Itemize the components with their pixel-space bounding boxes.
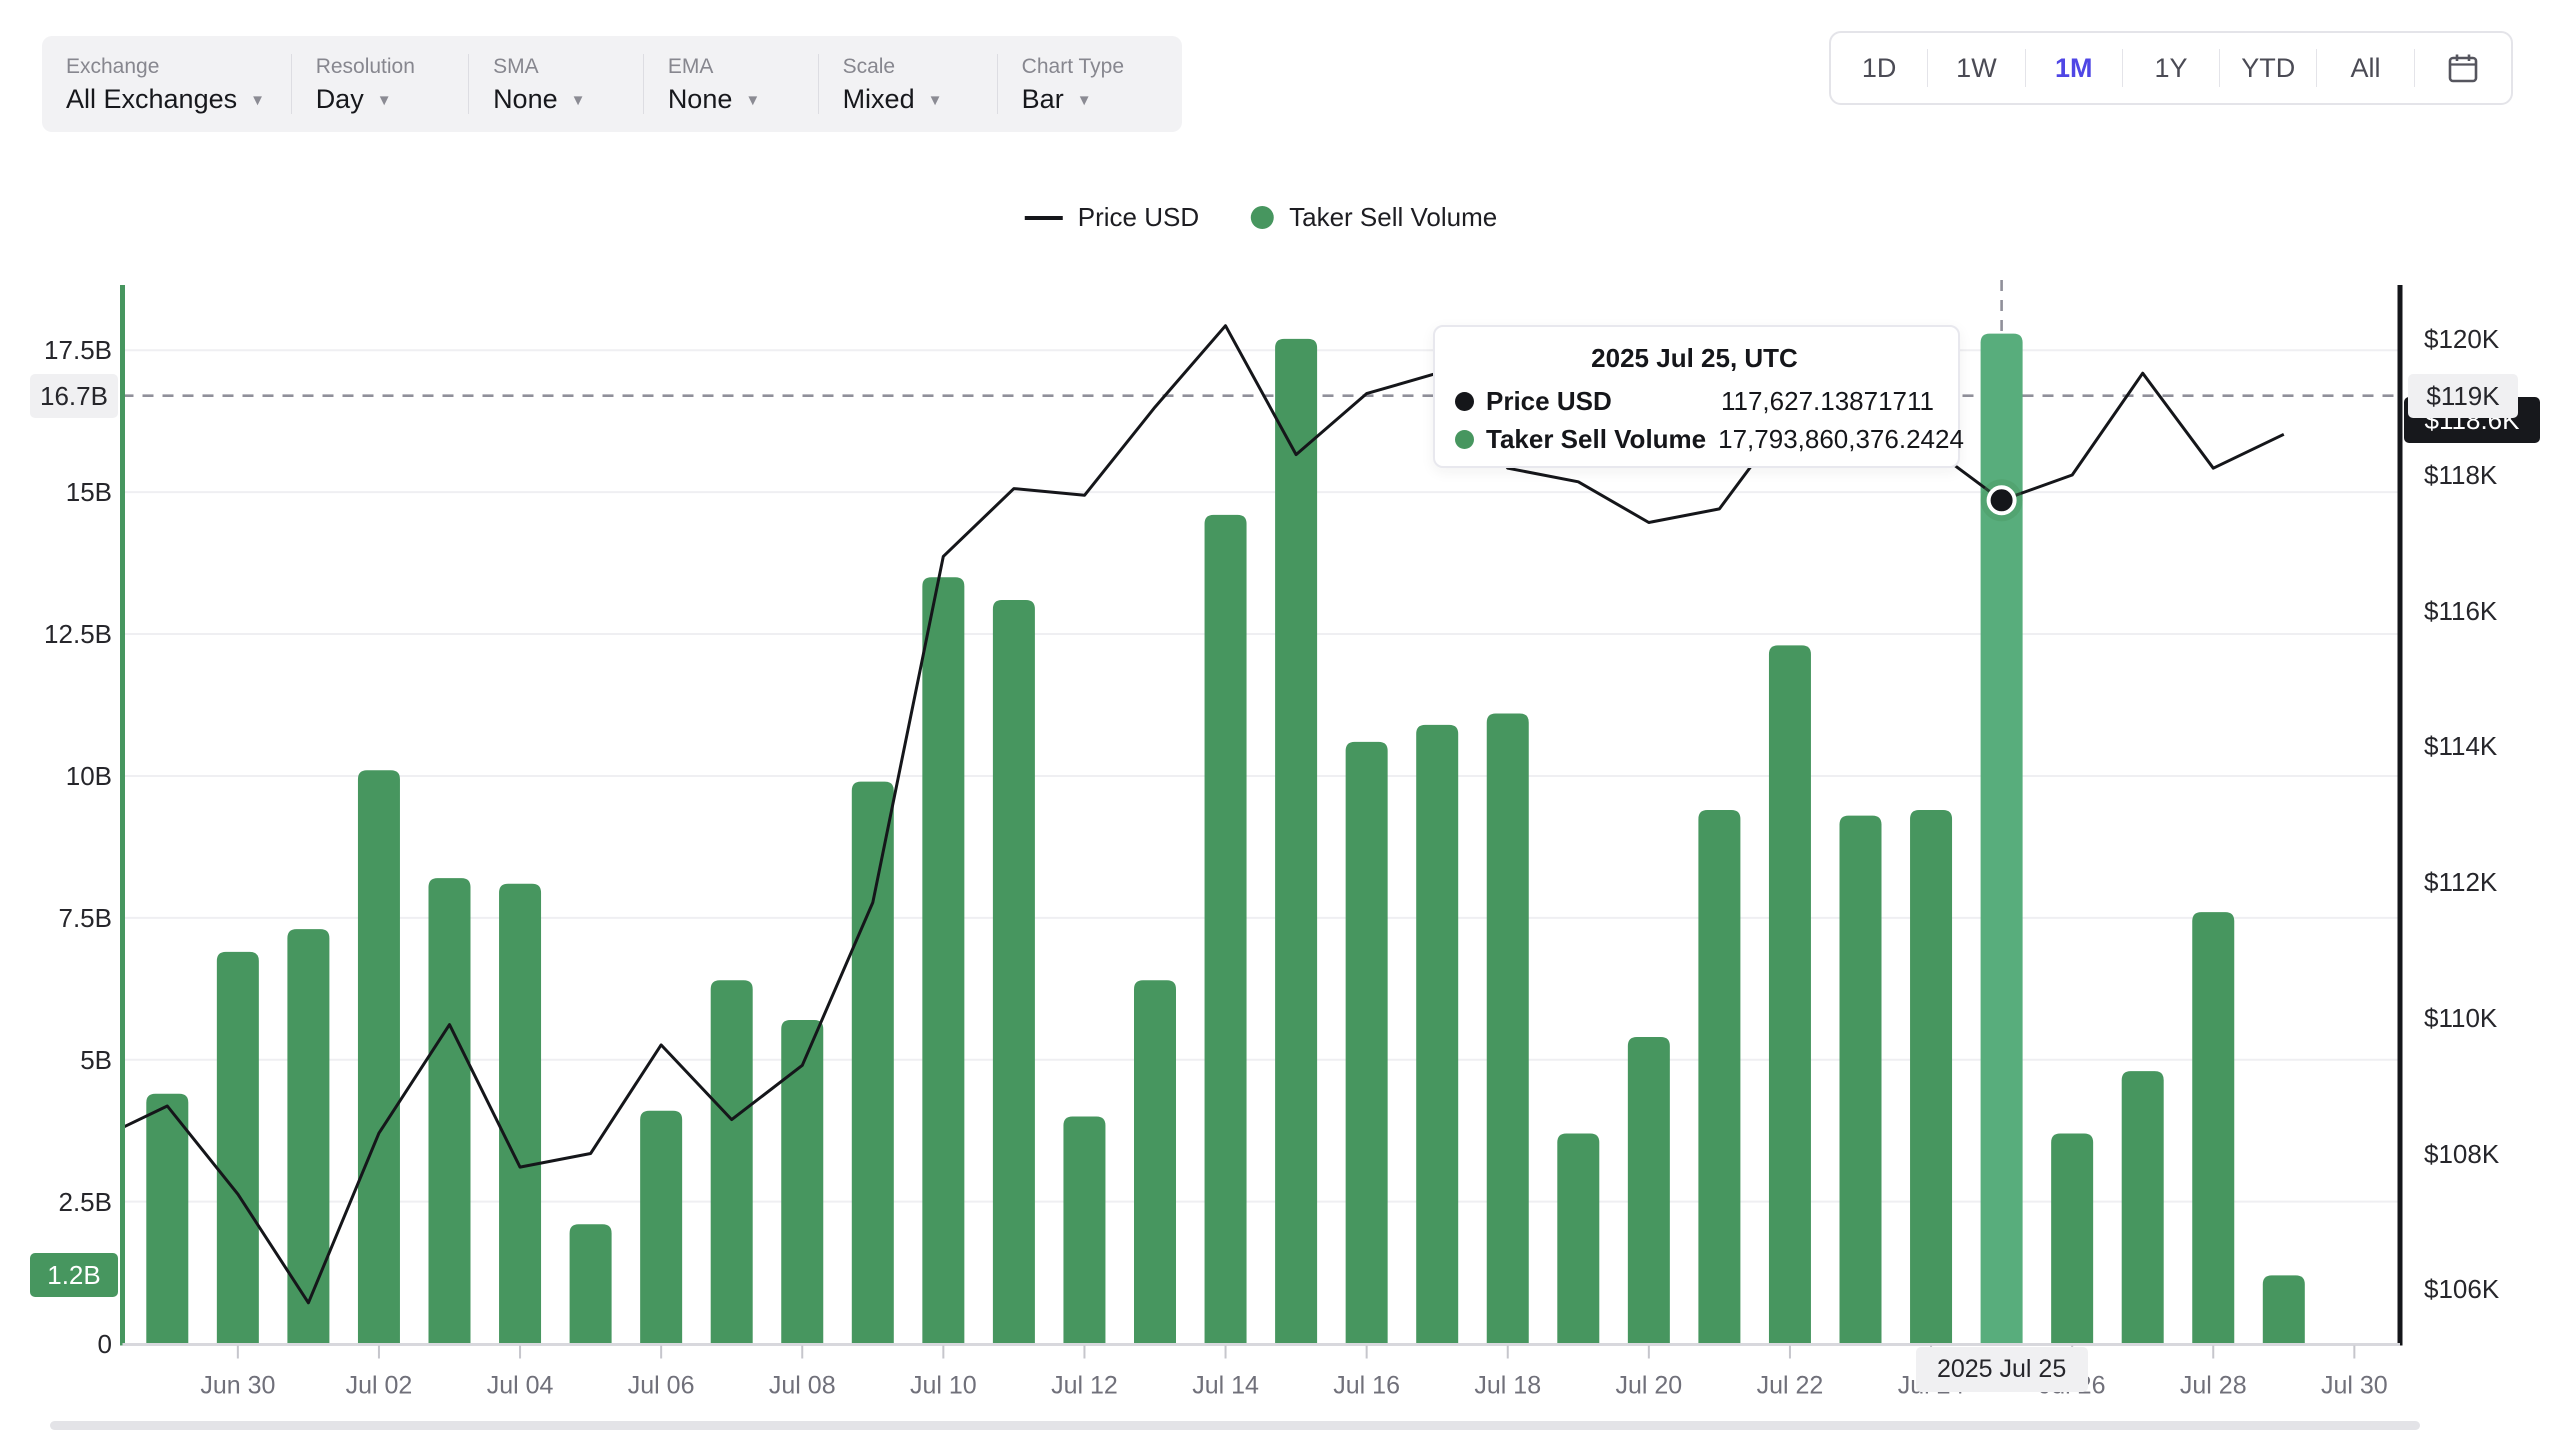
- chart-app: Exchange All Exchanges ▼Resolution Day ▼…: [0, 0, 2564, 1430]
- volume-bar[interactable]: [217, 952, 259, 1344]
- volume-bar[interactable]: [2192, 912, 2234, 1343]
- chart-tooltip: 2025 Jul 25, UTC Price USD 117,627.13871…: [1433, 325, 1960, 468]
- tooltip-price-label: Price USD: [1486, 386, 1612, 417]
- volume-bar[interactable]: [1628, 1037, 1670, 1343]
- volume-bar[interactable]: [570, 1224, 612, 1343]
- tooltip-row-volume: Taker Sell Volume 17,793,860,376.2424: [1455, 424, 1934, 455]
- volume-bar[interactable]: [1487, 714, 1529, 1344]
- crosshair-date-badge: 2025 Jul 25: [1916, 1347, 2088, 1392]
- volume-bar[interactable]: [1346, 742, 1388, 1344]
- volume-bar[interactable]: [2051, 1134, 2093, 1344]
- x-axis-tick-label: Jul 06: [628, 1374, 695, 1399]
- volume-bar[interactable]: [499, 884, 541, 1344]
- volume-bar[interactable]: [1063, 1116, 1105, 1343]
- volume-bar[interactable]: [2263, 1275, 2305, 1343]
- latest-volume-badge: 1.2B: [30, 1253, 118, 1297]
- left-axis-tick-label: 2.5B: [22, 1189, 112, 1215]
- price-dot-icon: [1455, 392, 1474, 411]
- tooltip-row-price: Price USD 117,627.13871711: [1455, 386, 1934, 417]
- left-axis-tick-label: 12.5B: [22, 621, 112, 647]
- x-axis-tick-label: Jul 28: [2180, 1374, 2247, 1399]
- x-axis-tick-label: Jul 10: [910, 1374, 977, 1399]
- x-axis-tick-label: Jun 30: [200, 1374, 275, 1399]
- volume-bar[interactable]: [711, 980, 753, 1343]
- crosshair-volume-badge: 16.7B: [30, 374, 118, 418]
- tooltip-volume-label: Taker Sell Volume: [1486, 424, 1706, 455]
- volume-bar[interactable]: [1416, 725, 1458, 1344]
- x-axis-tick-label: Jul 20: [1615, 1374, 1682, 1399]
- price-line: [97, 326, 2284, 1303]
- volume-bar[interactable]: [640, 1111, 682, 1344]
- volume-bar[interactable]: [1840, 816, 1882, 1344]
- left-axis-tick-label: 10B: [22, 763, 112, 789]
- volume-bar[interactable]: [1134, 980, 1176, 1343]
- left-axis-tick-label: 5B: [22, 1047, 112, 1073]
- x-axis-tick-label: Jul 14: [1192, 1374, 1259, 1399]
- price-marker-dot: [1989, 487, 2015, 513]
- left-axis-tick-label: 17.5B: [22, 337, 112, 363]
- volume-bar[interactable]: [2122, 1071, 2164, 1343]
- left-axis-tick-label: 7.5B: [22, 905, 112, 931]
- x-axis-tick-label: Jul 04: [487, 1374, 554, 1399]
- volume-bar[interactable]: [146, 1094, 188, 1344]
- left-axis-tick-label: 0: [22, 1331, 112, 1357]
- volume-bar[interactable]: [1698, 810, 1740, 1344]
- volume-bar[interactable]: [1910, 810, 1952, 1344]
- horizontal-scrollbar[interactable]: [50, 1421, 2420, 1430]
- volume-bar[interactable]: [358, 770, 400, 1343]
- volume-bar[interactable]: [429, 878, 471, 1343]
- volume-bar[interactable]: [1275, 339, 1317, 1344]
- tooltip-date-title: 2025 Jul 25, UTC: [1455, 343, 1934, 374]
- x-axis-tick-label: Jul 30: [2321, 1374, 2388, 1399]
- tooltip-price-value: 117,627.13871711: [1721, 386, 1934, 417]
- right-axis-tick-label: $120K: [2424, 326, 2499, 352]
- tooltip-volume-value: 17,793,860,376.2424: [1718, 424, 1964, 455]
- volume-bar[interactable]: [922, 577, 964, 1343]
- chart-plot-area[interactable]: [0, 0, 2564, 1430]
- volume-bar[interactable]: [993, 600, 1035, 1344]
- left-axis-tick-label: 15B: [22, 479, 112, 505]
- crosshair-price-badge: $119K: [2408, 374, 2518, 418]
- volume-bar[interactable]: [1205, 515, 1247, 1344]
- right-axis-tick-label: $118K: [2424, 462, 2497, 488]
- right-axis-tick-label: $116K: [2424, 598, 2497, 624]
- volume-bar[interactable]: [781, 1020, 823, 1344]
- volume-dot-icon: [1455, 430, 1474, 449]
- x-axis-tick-label: Jul 02: [346, 1374, 413, 1399]
- x-axis-tick-label: Jul 16: [1333, 1374, 1400, 1399]
- right-axis-tick-label: $106K: [2424, 1276, 2499, 1302]
- volume-bar[interactable]: [1557, 1134, 1599, 1344]
- right-axis-tick-label: $114K: [2424, 733, 2497, 759]
- x-axis-tick-label: Jul 12: [1051, 1374, 1118, 1399]
- volume-bar[interactable]: [852, 782, 894, 1344]
- right-axis-tick-label: $110K: [2424, 1005, 2497, 1031]
- x-axis-tick-label: Jul 22: [1757, 1374, 1824, 1399]
- x-axis-tick-label: Jul 08: [769, 1374, 836, 1399]
- right-axis-tick-label: $112K: [2424, 869, 2497, 895]
- volume-bar[interactable]: [1769, 645, 1811, 1343]
- right-axis-tick-label: $108K: [2424, 1141, 2499, 1167]
- x-axis-tick-label: Jul 18: [1474, 1374, 1541, 1399]
